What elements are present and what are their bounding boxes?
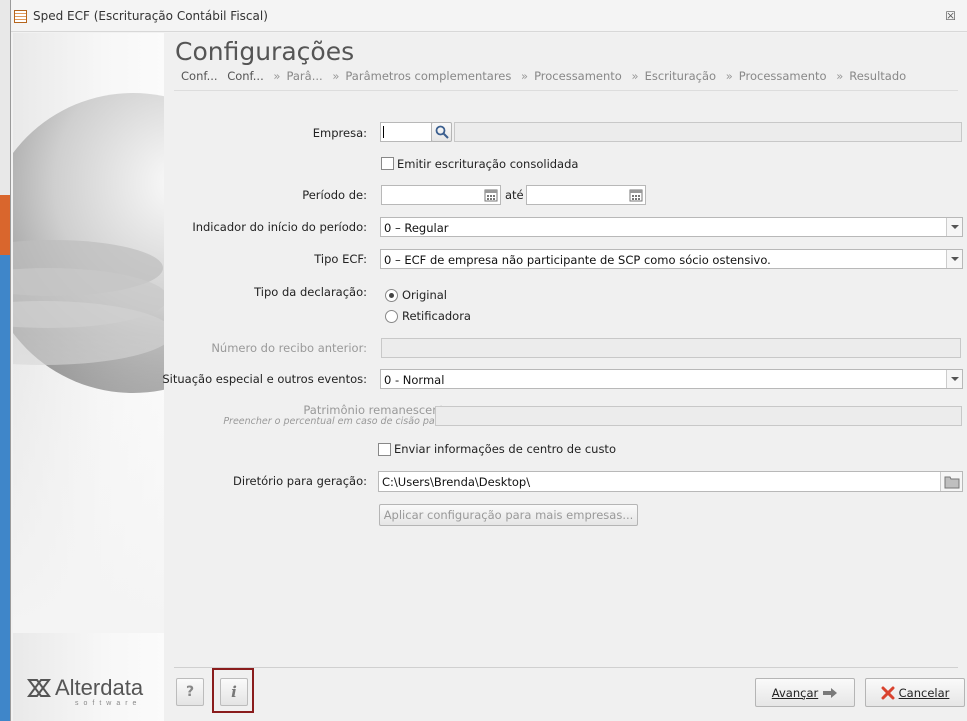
indicador-select[interactable]: 0 – Regular <box>380 217 963 237</box>
breadcrumb-item: Conf... <box>227 69 264 83</box>
breadcrumb-separator: » <box>332 69 340 83</box>
recibo-field <box>381 338 961 358</box>
empresa-code-input[interactable] <box>380 122 432 142</box>
title-divider <box>174 90 958 91</box>
diretorio-input[interactable]: C:\Users\Brenda\Desktop\ <box>378 471 963 492</box>
periodo-from-input[interactable] <box>381 185 501 205</box>
radio-retificadora-label: Retificadora <box>402 309 471 323</box>
background-orange-band <box>0 195 10 255</box>
question-icon: ? <box>185 684 195 700</box>
breadcrumb-item: Parâ... <box>286 69 323 83</box>
window-title: Sped ECF (Escrituração Contábil Fiscal) <box>33 9 268 23</box>
page-title: Configurações <box>175 37 355 66</box>
text-cursor <box>383 126 384 138</box>
breadcrumb-item: Conf... <box>181 69 218 83</box>
cancel-label: Cancelar <box>898 685 950 700</box>
brand-name: Alterdata <box>55 675 144 700</box>
app-icon <box>14 10 27 23</box>
aplicar-config-button[interactable]: Aplicar configuração para mais empresas.… <box>379 504 638 526</box>
radio-original-label: Original <box>402 288 448 302</box>
footer-divider <box>174 667 958 668</box>
background-window-strip <box>0 0 10 721</box>
consolidada-label: Emitir escrituração consolidada <box>397 157 579 171</box>
patrimonio-label: Patrimônio remanescente: <box>303 403 455 417</box>
tipo-ecf-label: Tipo ECF: <box>314 252 367 266</box>
breadcrumb-item: Processamento <box>738 69 827 83</box>
side-decoration: Alterdata software <box>13 33 164 721</box>
periodo-label: Período de: <box>302 188 367 202</box>
close-icon[interactable]: ☒ <box>945 9 956 23</box>
cancel-button[interactable]: Cancelar <box>865 678 965 707</box>
brand-sub: software <box>75 700 142 707</box>
breadcrumb-item: Processamento <box>534 69 622 83</box>
chevron-down-icon[interactable] <box>946 370 962 388</box>
tipo-ecf-select[interactable]: 0 – ECF de empresa não participante de S… <box>380 249 963 269</box>
recibo-label: Número do recibo anterior: <box>211 341 367 355</box>
breadcrumb-separator: » <box>725 69 733 83</box>
breadcrumb-item: Escrituração <box>644 69 717 83</box>
empresa-search-button[interactable] <box>431 122 452 142</box>
breadcrumb: Conf... Conf... » Parâ... » Parâmetros com… <box>181 69 906 83</box>
radio-retificadora[interactable] <box>385 310 398 323</box>
background-blue-band <box>0 255 10 721</box>
next-button[interactable]: Avançar <box>755 678 855 707</box>
situacao-label: Situação especial e outros eventos: <box>162 372 367 386</box>
breadcrumb-separator: » <box>836 69 844 83</box>
alterdata-logo: Alterdata software <box>27 675 144 707</box>
breadcrumb-item: Parâmetros complementares <box>345 69 512 83</box>
chevron-down-icon[interactable] <box>946 250 962 268</box>
situacao-select[interactable]: 0 - Normal <box>380 369 963 389</box>
browse-folder-button[interactable] <box>940 472 962 491</box>
folder-icon <box>944 476 960 489</box>
radio-original[interactable] <box>385 289 398 302</box>
diretorio-label: Diretório para geração: <box>233 474 367 488</box>
centro-custo-checkbox[interactable] <box>378 443 391 456</box>
help-button[interactable]: ? <box>176 678 204 706</box>
search-icon <box>435 125 449 139</box>
highlight-frame <box>212 668 254 713</box>
alterdata-mark-icon <box>27 679 51 697</box>
chevron-down-icon[interactable] <box>946 218 962 236</box>
periodo-to-input[interactable] <box>526 185 646 205</box>
content-panel: Configurações Conf... Conf... » Parâ... »… <box>162 33 967 721</box>
title-bar: Sped ECF (Escrituração Contábil Fiscal) … <box>11 0 967 32</box>
breadcrumb-separator: » <box>521 69 529 83</box>
breadcrumb-separator: » <box>631 69 639 83</box>
arrow-right-icon <box>823 687 838 698</box>
decorative-sphere-graphic <box>13 93 164 633</box>
breadcrumb-separator: » <box>273 69 281 83</box>
tipo-declaracao-label: Tipo da declaração: <box>254 285 367 299</box>
patrimonio-hint: Preencher o percentual em caso de cisão … <box>223 416 455 427</box>
cancel-x-icon <box>881 686 895 699</box>
patrimonio-field <box>435 406 962 426</box>
periodo-to-label: até <box>505 188 524 202</box>
calendar-icon[interactable] <box>628 187 644 203</box>
calendar-icon[interactable] <box>483 187 499 203</box>
consolidada-checkbox[interactable] <box>381 157 394 170</box>
breadcrumb-item: Resultado <box>849 69 907 83</box>
centro-custo-label: Enviar informações de centro de custo <box>394 442 616 456</box>
indicador-label: Indicador do início do período: <box>192 220 367 234</box>
empresa-name-field <box>454 122 962 142</box>
next-label: Avançar <box>771 685 819 700</box>
wizard-window: Sped ECF (Escrituração Contábil Fiscal) … <box>10 0 967 721</box>
empresa-label: Empresa: <box>312 126 367 140</box>
